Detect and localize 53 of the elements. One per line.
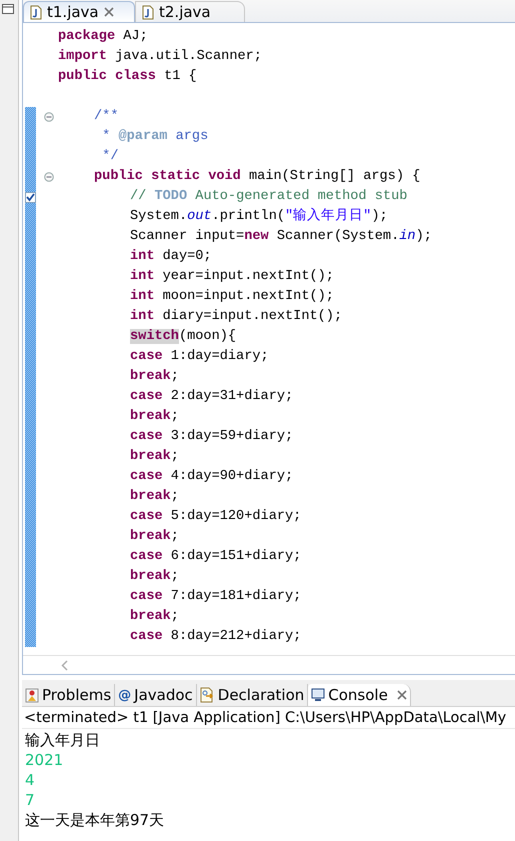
code-line: case 6:day=151+diary; bbox=[129, 548, 302, 566]
code-line: case 7:day=181+diary; bbox=[129, 588, 302, 606]
close-icon[interactable] bbox=[104, 7, 114, 17]
code-line: break; bbox=[129, 368, 180, 386]
code-line: /** bbox=[93, 108, 120, 126]
code-line: package AJ; bbox=[57, 28, 149, 46]
console-icon bbox=[311, 688, 326, 702]
editor-tab[interactable]: t1.java bbox=[23, 1, 135, 22]
code-line: break; bbox=[129, 408, 180, 426]
code-line: import java.util.Scanner; bbox=[57, 48, 263, 66]
code-line: break; bbox=[129, 528, 180, 546]
fold-icon[interactable] bbox=[44, 112, 54, 122]
console-line: 7 bbox=[25, 790, 36, 810]
code-line: case 1:day=diary; bbox=[129, 348, 270, 366]
code-line: case 4:day=90+diary; bbox=[129, 468, 294, 486]
code-line: break; bbox=[129, 488, 180, 506]
java-file-icon bbox=[30, 4, 42, 20]
fold-icon[interactable] bbox=[44, 172, 54, 182]
editor-tab[interactable]: t2.java bbox=[135, 1, 245, 22]
code-line: int year=input.nextInt(); bbox=[129, 268, 335, 286]
code-line: // TODO Auto-generated method stub bbox=[129, 188, 408, 206]
code-line: public static void main(String[] args) { bbox=[93, 168, 422, 186]
code-line: public class t1 { bbox=[57, 68, 198, 86]
code-line: case 5:day=120+diary; bbox=[129, 508, 302, 526]
panel-tab[interactable]: Console bbox=[308, 684, 411, 706]
panel-tab[interactable]: Declaration bbox=[196, 684, 308, 706]
code-line: * @param args bbox=[101, 128, 210, 146]
code-line: int moon=input.nextInt(); bbox=[129, 288, 335, 306]
code-line: case 3:day=59+diary; bbox=[129, 428, 294, 446]
console-line: 输入年月日 bbox=[25, 730, 101, 750]
code-line: Scanner input=new Scanner(System.in); bbox=[129, 228, 433, 246]
code-line: break; bbox=[129, 568, 180, 586]
view-icon[interactable] bbox=[2, 4, 14, 14]
code-line: System.out.println("输入年月日"); bbox=[129, 207, 389, 226]
close-icon[interactable] bbox=[396, 690, 407, 700]
code-line: int day=0; bbox=[129, 248, 213, 266]
panel-tab[interactable]: @ Javadoc bbox=[115, 684, 197, 706]
problems-icon bbox=[25, 688, 39, 702]
java-file-icon bbox=[142, 4, 154, 20]
code-line: break; bbox=[129, 608, 180, 626]
console-header: <terminated> t1 [Java Application] C:\Users\HP\AppData\Local\My bbox=[22, 707, 515, 729]
code-line: case 8:day=212+diary; bbox=[129, 628, 302, 646]
console-line: 这一天是本年第97天 bbox=[25, 810, 166, 830]
code-line: switch(moon){ bbox=[129, 328, 238, 346]
declaration-icon bbox=[200, 687, 215, 703]
code-line: case 2:day=31+diary; bbox=[129, 388, 294, 406]
panel-tab[interactable]: Problems bbox=[22, 684, 116, 706]
code-line: */ bbox=[101, 148, 120, 166]
at-icon: @ bbox=[118, 688, 132, 702]
console-line: 2021 bbox=[25, 750, 64, 770]
console-line: 4 bbox=[25, 770, 36, 790]
code-line: break; bbox=[129, 448, 180, 466]
code-line: int diary=input.nextInt(); bbox=[129, 308, 344, 326]
